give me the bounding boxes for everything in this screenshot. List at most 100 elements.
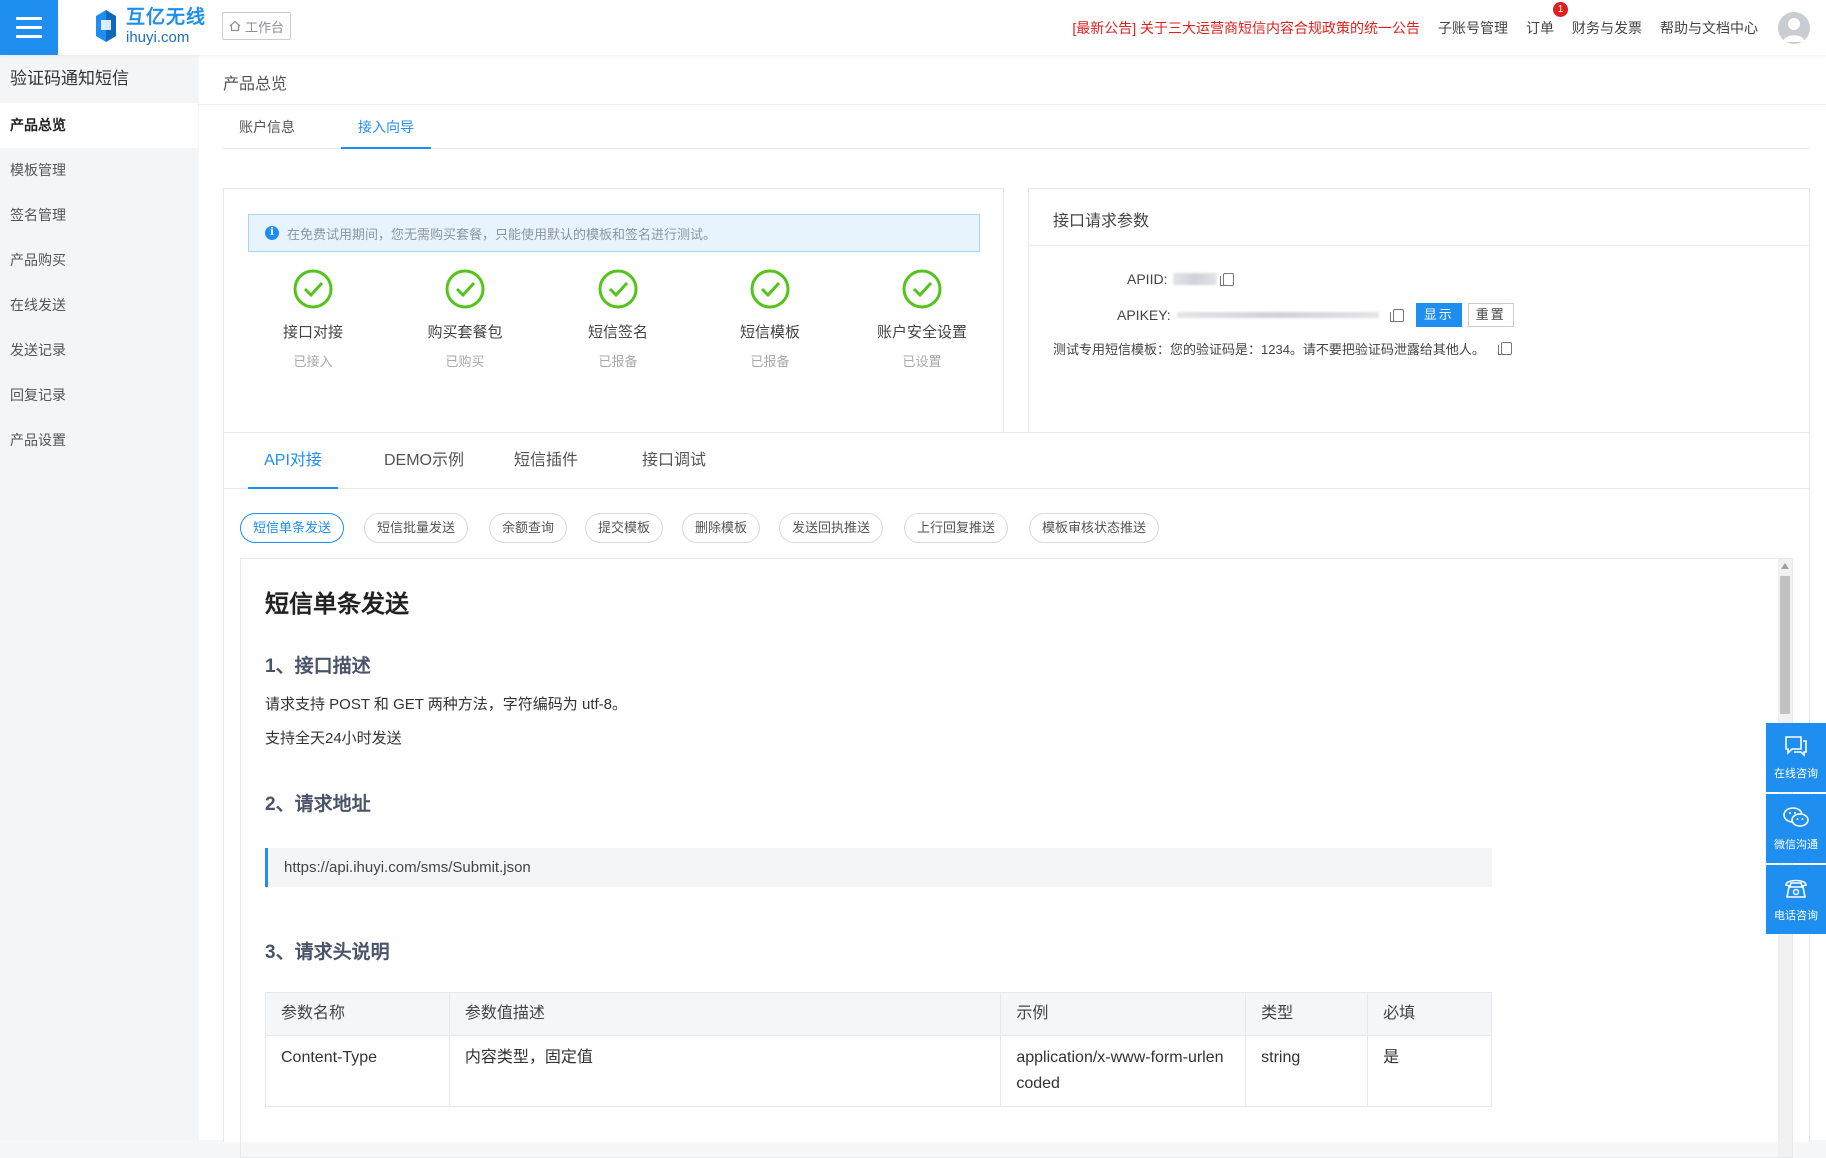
step-title: 购买套餐包 (427, 324, 503, 341)
api-tabs: API对接 DEMO示例 短信插件 接口调试 (224, 433, 1809, 489)
apiid-row: APIID: (1127, 271, 1235, 287)
show-apikey-button[interactable]: 显示 (1415, 303, 1462, 327)
step-status: 已设置 (902, 354, 942, 369)
sidebar-item-send-records[interactable]: 发送记录 (0, 328, 198, 373)
workbench-button[interactable]: 工作台 (222, 12, 292, 40)
api-doc-panel: 短信单条发送 1、接口描述 请求支持 POST 和 GET 两种方法，字符编码为… (240, 558, 1793, 1158)
apiid-value-masked (1173, 273, 1218, 285)
pill-delete-template[interactable]: 删除模板 (682, 513, 761, 543)
user-avatar[interactable] (1778, 11, 1810, 44)
reset-apikey-button[interactable]: 重置 (1467, 303, 1514, 327)
doc-heading-url: 2、请求地址 (265, 794, 371, 815)
apikey-row: APIKEY: 显示 重置 (1117, 303, 1514, 327)
sidebar: 验证码通知短信 产品总览 模板管理 签名管理 产品购买 在线发送 发送记录 回复… (0, 55, 198, 1140)
sidebar-item-settings[interactable]: 产品设置 (0, 418, 198, 463)
sidebar-title: 验证码通知短信 (10, 69, 129, 88)
help-link[interactable]: 帮助与文档中心 (1660, 18, 1758, 38)
pill-receipt-push[interactable]: 发送回执推送 (779, 513, 884, 543)
sidebar-item-signatures[interactable]: 签名管理 (0, 193, 198, 238)
column-header: 类型 (1245, 992, 1369, 1036)
orders-link[interactable]: 订单 1 (1526, 1, 1568, 38)
tab-account-info[interactable]: 账户信息 (223, 105, 311, 149)
test-template-text: 测试专用短信模板：您的验证码是：1234。请不要把验证码泄露给其他人。 (1053, 342, 1485, 357)
copy-icon[interactable] (1389, 308, 1404, 322)
step-status: 已购买 (445, 354, 485, 369)
wechat-button[interactable]: 微信沟通 (1766, 794, 1826, 863)
step-status: 已报备 (750, 354, 790, 369)
scroll-thumb[interactable] (1780, 576, 1790, 714)
tab-plugins[interactable]: 短信插件 (510, 433, 582, 489)
menu-toggle-button[interactable] (0, 0, 58, 55)
pill-batch-send[interactable]: 短信批量发送 (364, 513, 469, 543)
doc-desc-line-1: 请求支持 POST 和 GET 两种方法，字符编码为 utf-8。 (265, 696, 627, 713)
finance-link[interactable]: 财务与发票 (1572, 18, 1642, 38)
phone-consult-label: 电话咨询 (1774, 910, 1818, 922)
logo-mark-icon (96, 10, 116, 42)
wechat-icon (1783, 807, 1809, 827)
pill-template-status-push[interactable]: 模板审核状态推送 (1029, 513, 1160, 543)
apikey-value-masked (1176, 312, 1379, 318)
sub-tabs: 账户信息 接入向导 (223, 105, 1809, 149)
doc-heading-description: 1、接口描述 (265, 656, 371, 677)
column-header: 必填 (1367, 992, 1492, 1036)
check-circle-icon (750, 269, 790, 309)
logo-domain: ihuyi.com (126, 28, 190, 46)
orders-label: 订单 (1526, 19, 1554, 36)
step-title: 短信签名 (587, 324, 648, 341)
tab-demo[interactable]: DEMO示例 (378, 433, 470, 489)
doc-heading-headers: 3、请求头说明 (265, 942, 390, 963)
check-circle-icon (445, 269, 485, 309)
sidebar-item-online-send[interactable]: 在线发送 (0, 283, 198, 328)
sidebar-item-reply-records[interactable]: 回复记录 (0, 373, 198, 418)
api-params-card: 接口请求参数 APIID: APIKEY: 显示 重置 测试专用短信模板：您的验… (1028, 188, 1810, 463)
pill-single-send[interactable]: 短信单条发送 (240, 513, 345, 543)
table-cell: 内容类型，固定值 (448, 1035, 1002, 1107)
home-icon (229, 20, 241, 32)
phone-consult-button[interactable]: 电话咨询 (1766, 865, 1826, 934)
step-title: 账户安全设置 (876, 324, 967, 341)
column-header: 参数名称 (265, 992, 450, 1036)
table-cell: 是 (1367, 1035, 1492, 1107)
logo-name: 互亿无线 (126, 6, 207, 28)
orders-badge: 1 (1553, 1, 1568, 17)
doc-desc-line-2: 支持全天24小时发送 (265, 730, 402, 747)
sidebar-item-templates[interactable]: 模板管理 (0, 148, 198, 193)
table-cell: application/x-www-form-urlencoded (1000, 1035, 1247, 1107)
pill-reply-push[interactable]: 上行回复推送 (904, 513, 1009, 543)
apikey-label: APIKEY: (1117, 307, 1171, 323)
sidebar-item-purchase[interactable]: 产品购买 (0, 238, 198, 283)
tab-debug[interactable]: 接口调试 (638, 433, 710, 489)
hamburger-icon (16, 17, 42, 20)
breadcrumb: 产品总览 (223, 76, 288, 93)
step-status: 已报备 (598, 354, 638, 369)
step-title: 接口对接 (282, 324, 343, 341)
announcement-link[interactable]: [最新公告] 关于三大运营商短信内容合规政策的统一公告 (1072, 18, 1420, 38)
pill-submit-template[interactable]: 提交模板 (585, 513, 664, 543)
step-signature: 短信签名 已报备 (548, 269, 688, 370)
table-row: Content-Type 内容类型，固定值 application/x-www-… (265, 1035, 1492, 1107)
tab-access-guide[interactable]: 接入向导 (341, 105, 431, 149)
check-circle-icon (293, 269, 333, 309)
step-status: 已接入 (293, 354, 333, 369)
check-circle-icon (598, 269, 638, 309)
column-header: 参数值描述 (448, 992, 1002, 1036)
sub-account-link[interactable]: 子账号管理 (1438, 18, 1508, 38)
online-consult-button[interactable]: 在线咨询 (1766, 723, 1826, 792)
sidebar-item-overview[interactable]: 产品总览 (0, 103, 198, 148)
info-icon: i (265, 226, 279, 240)
brand-logo[interactable]: 互亿无线 ihuyi.com (92, 6, 206, 46)
phone-icon (1785, 879, 1807, 898)
tab-api[interactable]: API对接 (248, 433, 338, 489)
scroll-up-icon[interactable] (1781, 563, 1789, 569)
copy-icon[interactable] (1220, 272, 1235, 286)
pill-balance[interactable]: 余额查询 (489, 513, 568, 543)
doc-title: 短信单条发送 (265, 591, 409, 618)
top-bar: 互亿无线 ihuyi.com 工作台 [最新公告] 关于三大运营商短信内容合规政… (0, 0, 1826, 55)
workbench-label: 工作台 (245, 19, 285, 35)
headers-table: 参数名称 参数值描述 示例 类型 必填 Content-Type 内容类型，固定… (265, 992, 1492, 1107)
step-title: 短信模板 (739, 324, 800, 341)
copy-icon[interactable] (1497, 342, 1512, 355)
step-package: 购买套餐包 已购买 (395, 269, 535, 370)
floating-contact-bar: 在线咨询 微信沟通 电话咨询 (1766, 723, 1826, 936)
table-header-row: 参数名称 参数值描述 示例 类型 必填 (265, 992, 1492, 1036)
